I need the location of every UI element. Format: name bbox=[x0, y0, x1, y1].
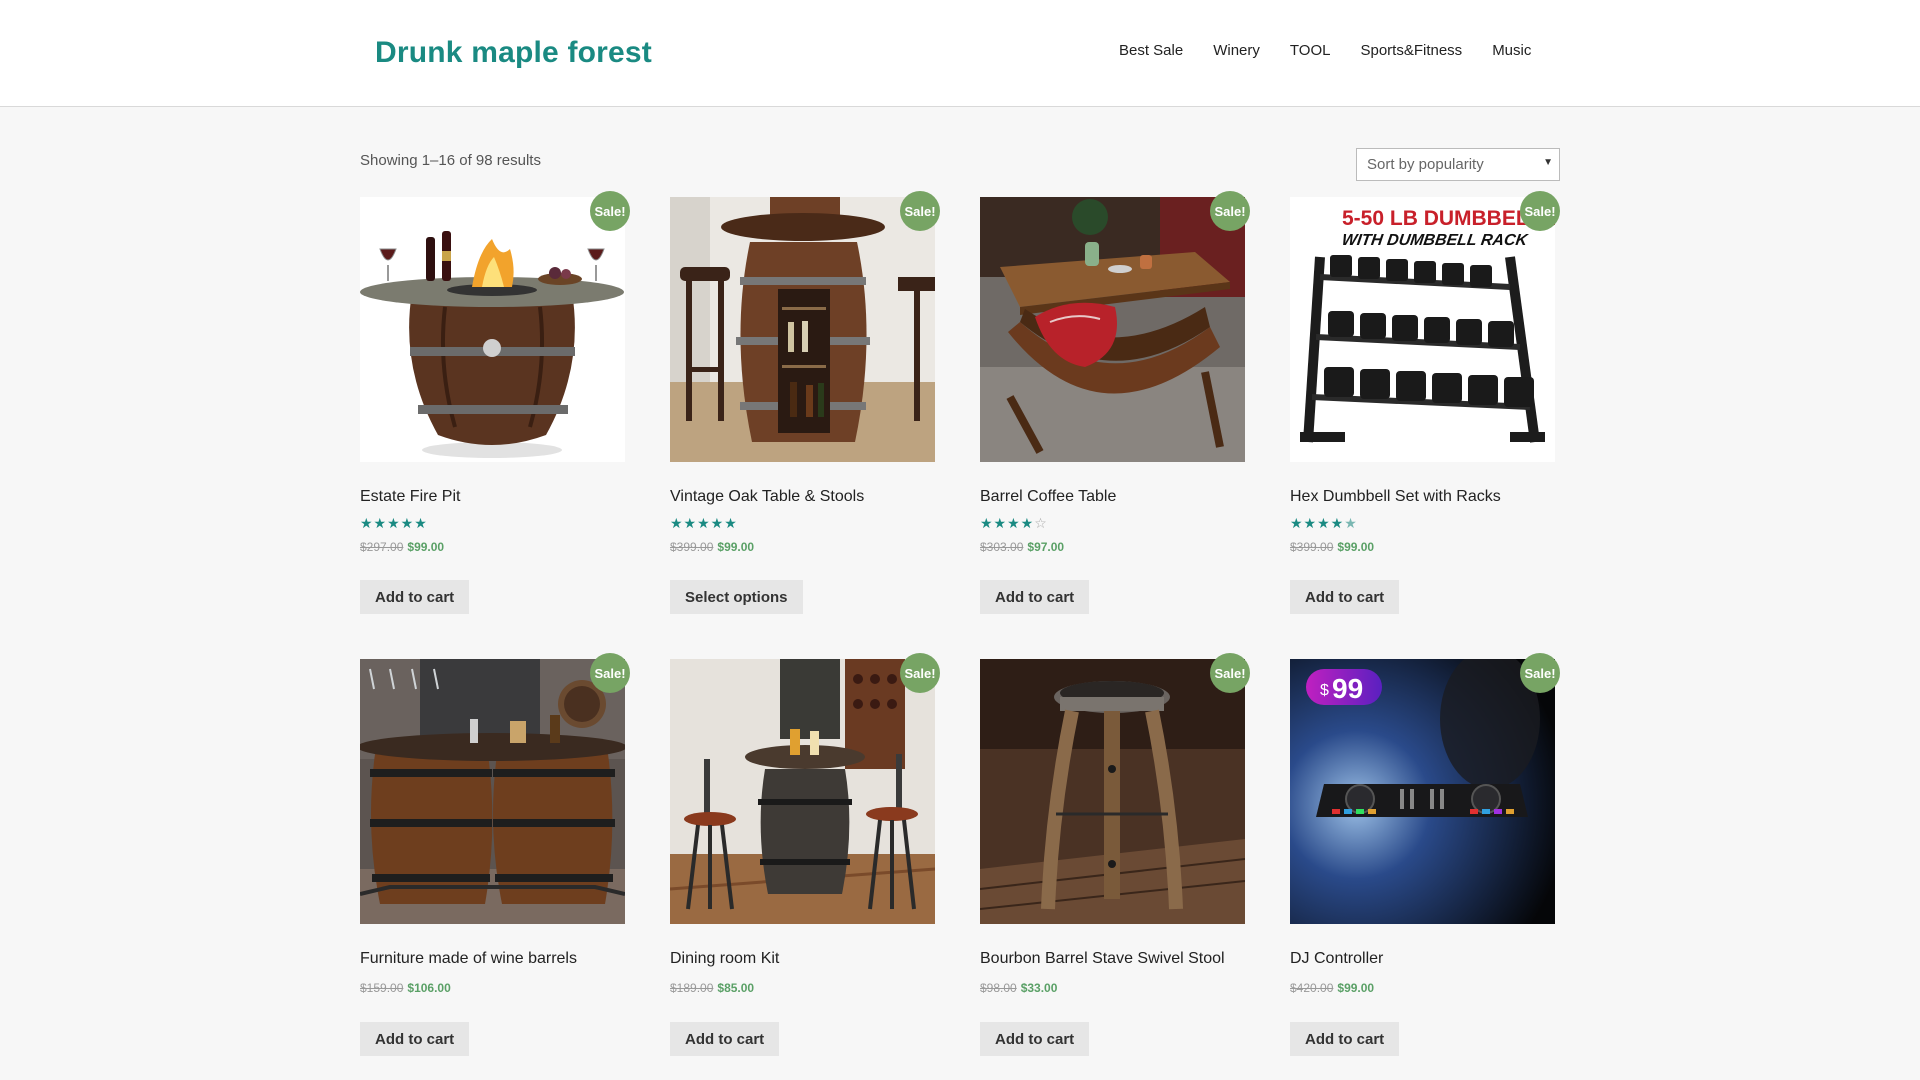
nav-item-sports-fitness[interactable]: Sports&Fitness bbox=[1360, 42, 1462, 59]
sale-badge: Sale! bbox=[1520, 653, 1560, 693]
product-card: Sale! Furniture made of wine barrels $15… bbox=[360, 653, 630, 1056]
sale-price: $99.00 bbox=[407, 540, 445, 554]
product-image-dj-controller[interactable]: $ 99 bbox=[1290, 659, 1555, 924]
product-image-coffee-table[interactable] bbox=[980, 197, 1245, 462]
sale-badge: Sale! bbox=[900, 191, 940, 231]
product-card: $ 99 Sale! DJ Controller $420.00 $99.00 A… bbox=[1290, 653, 1560, 1056]
product-card: Sale! Dining room Kit $189.00 $85.00 Add … bbox=[670, 653, 940, 1056]
product-card: 5-50 LB DUMBBELL SET WITH DUMBBELL RACK … bbox=[1290, 191, 1560, 614]
nav-item-music[interactable]: Music bbox=[1492, 42, 1531, 59]
product-title[interactable]: Barrel Coffee Table bbox=[980, 488, 1116, 506]
product-image-dining-kit[interactable] bbox=[670, 659, 935, 924]
site-header: Drunk maple forest Best Sale Winery TOOL… bbox=[0, 0, 1920, 107]
star-rating-icon: ★★★★★ bbox=[670, 515, 738, 531]
product-title[interactable]: Bourbon Barrel Stave Swivel Stool bbox=[980, 950, 1225, 968]
regular-price: $399.00 bbox=[1290, 540, 1334, 554]
regular-price: $159.00 bbox=[360, 981, 404, 995]
sale-badge: Sale! bbox=[590, 653, 630, 693]
product-title[interactable]: Vintage Oak Table & Stools bbox=[670, 488, 864, 506]
price-amount: 99 bbox=[1332, 673, 1363, 704]
regular-price: $420.00 bbox=[1290, 981, 1334, 995]
star-rating-icon: ★★★★☆ bbox=[980, 515, 1048, 531]
product-card: Sale! Vintage Oak Table & Stools ★★★★★ $… bbox=[670, 191, 940, 614]
sale-price: $99.00 bbox=[1337, 981, 1375, 995]
dropdown-arrow-icon: ▼ bbox=[1543, 157, 1553, 168]
nav-item-best-sale[interactable]: Best Sale bbox=[1119, 42, 1183, 59]
star-rating-icon: ★★★★★ bbox=[1290, 515, 1358, 531]
sale-price: $99.00 bbox=[1337, 540, 1375, 554]
sale-price: $85.00 bbox=[717, 981, 755, 995]
product-image-barrel-bar[interactable] bbox=[360, 659, 625, 924]
star-rating-icon: ★★★★★ bbox=[360, 515, 428, 531]
sale-badge: Sale! bbox=[1210, 653, 1250, 693]
site-title[interactable]: Drunk maple forest bbox=[375, 36, 652, 70]
product-title[interactable]: Estate Fire Pit bbox=[360, 488, 460, 506]
sale-badge: Sale! bbox=[1210, 191, 1250, 231]
price-currency: $ bbox=[1320, 682, 1329, 699]
product-price: $420.00 $99.00 bbox=[1290, 981, 1374, 995]
sale-badge: Sale! bbox=[900, 653, 940, 693]
product-title[interactable]: DJ Controller bbox=[1290, 950, 1383, 968]
add-to-cart-button[interactable]: Add to cart bbox=[1290, 1022, 1400, 1056]
product-image-fire-pit[interactable] bbox=[360, 197, 625, 462]
add-to-cart-button[interactable]: Add to cart bbox=[980, 580, 1090, 614]
product-title[interactable]: Dining room Kit bbox=[670, 950, 779, 968]
select-options-button[interactable]: Select options bbox=[670, 580, 803, 614]
add-to-cart-button[interactable]: Add to cart bbox=[360, 1022, 470, 1056]
product-price: $159.00 $106.00 bbox=[360, 981, 451, 995]
product-image-oak-table[interactable] bbox=[670, 197, 935, 462]
main-nav: Best Sale Winery TOOL Sports&Fitness Mus… bbox=[1119, 42, 1561, 59]
sale-price: $99.00 bbox=[717, 540, 755, 554]
sale-price: $97.00 bbox=[1027, 540, 1065, 554]
product-price: $303.00 $97.00 bbox=[980, 540, 1064, 554]
orderby-selected-value: Sort by popularity bbox=[1367, 156, 1484, 173]
product-title[interactable]: Hex Dumbbell Set with Racks bbox=[1290, 488, 1501, 506]
regular-price: $189.00 bbox=[670, 981, 714, 995]
product-card: Sale! Bourbon Barrel Stave Swivel Stool … bbox=[980, 653, 1250, 1056]
product-price: $297.00 $99.00 bbox=[360, 540, 444, 554]
regular-price: $98.00 bbox=[980, 981, 1017, 995]
sale-price: $106.00 bbox=[407, 981, 451, 995]
product-price: $399.00 $99.00 bbox=[1290, 540, 1374, 554]
regular-price: $297.00 bbox=[360, 540, 404, 554]
add-to-cart-button[interactable]: Add to cart bbox=[980, 1022, 1090, 1056]
sale-price: $33.00 bbox=[1020, 981, 1058, 995]
product-image-swivel-stool[interactable] bbox=[980, 659, 1245, 924]
nav-item-tool[interactable]: TOOL bbox=[1290, 42, 1331, 59]
product-price: $98.00 $33.00 bbox=[980, 981, 1057, 995]
product-title[interactable]: Furniture made of wine barrels bbox=[360, 950, 577, 968]
add-to-cart-button[interactable]: Add to cart bbox=[360, 580, 470, 614]
product-card: Sale! Estate Fire Pit ★★★★★ $297.00 $99.0… bbox=[360, 191, 630, 614]
regular-price: $399.00 bbox=[670, 540, 714, 554]
product-price: $399.00 $99.00 bbox=[670, 540, 754, 554]
add-to-cart-button[interactable]: Add to cart bbox=[670, 1022, 780, 1056]
product-card: Sale! Barrel Coffee Table ★★★★☆ $303.00 $… bbox=[980, 191, 1250, 614]
product-image-dumbbell-set[interactable]: 5-50 LB DUMBBELL SET WITH DUMBBELL RACK bbox=[1290, 197, 1555, 462]
orderby-select[interactable]: Sort by popularity ▼ bbox=[1356, 148, 1560, 181]
result-count: Showing 1–16 of 98 results bbox=[360, 152, 541, 169]
nav-item-winery[interactable]: Winery bbox=[1213, 42, 1260, 59]
product-price: $189.00 $85.00 bbox=[670, 981, 754, 995]
sale-badge: Sale! bbox=[590, 191, 630, 231]
add-to-cart-button[interactable]: Add to cart bbox=[1290, 580, 1400, 614]
image-subheadline: WITH DUMBBELL RACK bbox=[1341, 231, 1530, 249]
regular-price: $303.00 bbox=[980, 540, 1024, 554]
sale-badge: Sale! bbox=[1520, 191, 1560, 231]
